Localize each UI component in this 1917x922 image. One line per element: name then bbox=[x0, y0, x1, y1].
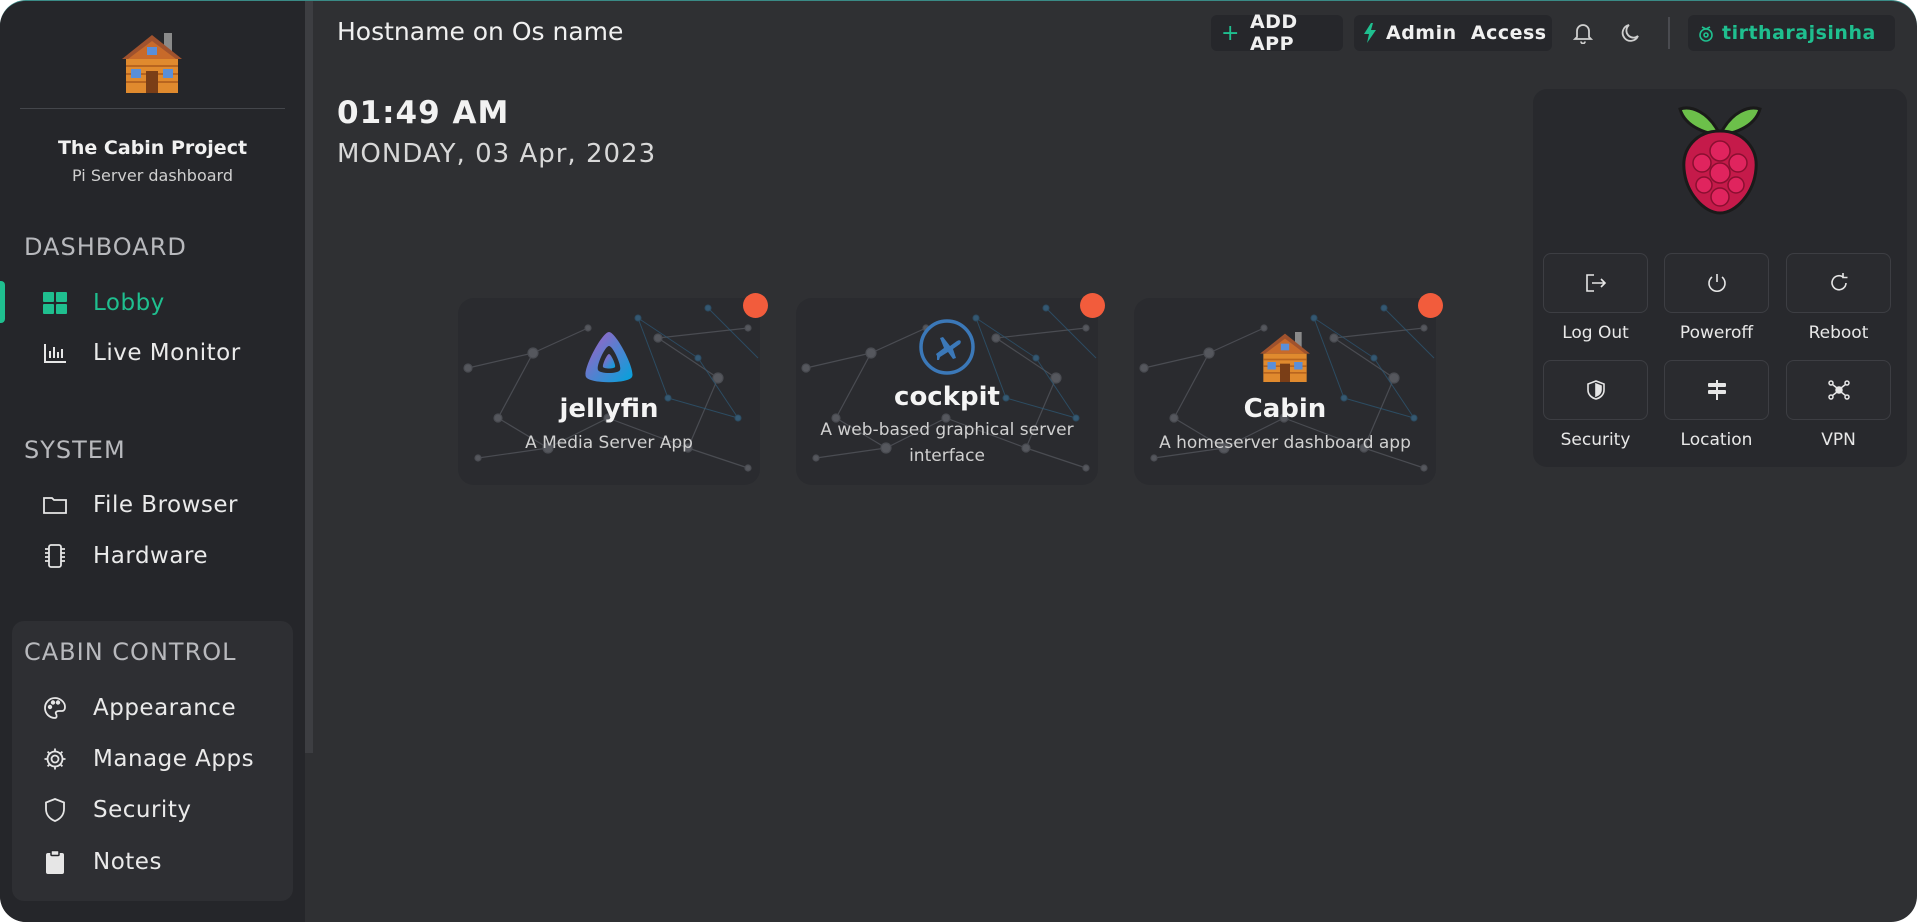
logout-icon bbox=[1585, 274, 1606, 292]
brand-title: The Cabin Project bbox=[57, 137, 248, 159]
logout-label: Log Out bbox=[1562, 323, 1629, 343]
sidebar-item-label: Hardware bbox=[93, 543, 209, 569]
add-app-button[interactable]: + ADD APP bbox=[1211, 11, 1343, 55]
raspberry-pi-logo-icon bbox=[1678, 106, 1762, 215]
brand-divider bbox=[20, 108, 285, 109]
power-panel: Log Out Poweroff Reboot Security Locatio… bbox=[1533, 89, 1907, 467]
signpost-icon bbox=[1707, 380, 1726, 400]
plus-icon: + bbox=[1221, 20, 1240, 46]
location-button[interactable] bbox=[1664, 360, 1769, 420]
app-name: Cabin bbox=[1243, 394, 1327, 424]
location-label: Location bbox=[1680, 430, 1753, 450]
section-title-system: SYSTEM bbox=[24, 436, 126, 464]
app-window: The Cabin Project Pi Server dashboard DA… bbox=[0, 0, 1917, 922]
logout-button[interactable] bbox=[1543, 253, 1648, 313]
poweroff-button[interactable] bbox=[1664, 253, 1769, 313]
sidebar-item-label: Notes bbox=[93, 849, 162, 875]
sidebar-item-label: Manage Apps bbox=[93, 746, 255, 772]
gear-icon bbox=[40, 744, 70, 774]
sidebar-item-manage-apps[interactable]: Manage Apps bbox=[0, 737, 295, 781]
power-icon bbox=[1707, 274, 1726, 292]
reboot-label: Reboot bbox=[1808, 323, 1869, 343]
sidebar-item-appearance[interactable]: Appearance bbox=[0, 686, 295, 730]
clock-time: 01:49 AM bbox=[337, 95, 510, 131]
vpn-label: VPN bbox=[1821, 430, 1856, 450]
sidebar-item-label: Live Monitor bbox=[93, 340, 241, 366]
status-dot bbox=[743, 293, 768, 318]
sidebar-item-notes[interactable]: Notes bbox=[0, 840, 295, 884]
shield-icon bbox=[40, 795, 70, 825]
raspberry-icon bbox=[1698, 24, 1714, 42]
sidebar: The Cabin Project Pi Server dashboard DA… bbox=[0, 1, 305, 922]
sidebar-item-label: Lobby bbox=[93, 290, 165, 316]
app-description: A web-based graphical server interface bbox=[820, 420, 1074, 466]
moon-icon[interactable] bbox=[1617, 19, 1645, 47]
sidebar-item-hardware[interactable]: Hardware bbox=[0, 534, 295, 578]
security-label: Security bbox=[1560, 430, 1631, 450]
vpn-button[interactable] bbox=[1786, 360, 1891, 420]
admin-access-button[interactable]: Admin Access bbox=[1354, 15, 1552, 51]
shield-icon bbox=[1586, 380, 1605, 400]
status-dot bbox=[1418, 293, 1443, 318]
cabin-logo-icon bbox=[1134, 328, 1436, 386]
section-title-cabin-control: CABIN CONTROL bbox=[24, 638, 237, 666]
clock-date: MONDAY, 03 Apr, 2023 bbox=[337, 139, 657, 169]
cockpit-logo-icon bbox=[796, 318, 1098, 376]
clipboard-icon bbox=[40, 847, 70, 877]
app-description: A homeserver dashboard app bbox=[1159, 433, 1411, 453]
network-icon bbox=[1827, 380, 1850, 400]
hostname-title: Hostname on Os name bbox=[337, 17, 624, 46]
admin-access-label: Admin Access bbox=[1386, 22, 1547, 44]
sidebar-item-lobby[interactable]: Lobby bbox=[0, 281, 295, 325]
sidebar-item-label: Security bbox=[93, 797, 192, 823]
bar-chart-icon bbox=[40, 338, 70, 368]
app-card-cabin[interactable]: Cabin A homeserver dashboard app bbox=[1134, 298, 1436, 485]
app-description: A Media Server App bbox=[525, 433, 693, 453]
status-dot bbox=[1080, 293, 1105, 318]
topbar-divider bbox=[1668, 17, 1670, 49]
username-label: tirtharajsinha bbox=[1722, 22, 1876, 44]
reboot-button[interactable] bbox=[1786, 253, 1891, 313]
network-pattern-icon bbox=[463, 304, 759, 472]
sidebar-item-label: File Browser bbox=[93, 492, 238, 518]
user-profile-button[interactable]: tirtharajsinha bbox=[1688, 15, 1895, 51]
lightning-icon bbox=[1364, 23, 1376, 43]
sidebar-item-file-browser[interactable]: File Browser bbox=[0, 483, 295, 527]
sidebar-scrollbar[interactable] bbox=[305, 1, 313, 753]
folder-icon bbox=[40, 490, 70, 520]
jellyfin-logo-icon bbox=[458, 330, 760, 386]
poweroff-label: Poweroff bbox=[1679, 323, 1754, 343]
add-app-label: ADD APP bbox=[1249, 11, 1298, 55]
cabin-logo-icon bbox=[122, 33, 182, 93]
app-name: cockpit bbox=[894, 382, 1000, 412]
sidebar-item-label: Appearance bbox=[93, 695, 237, 721]
security-button[interactable] bbox=[1543, 360, 1648, 420]
app-card-jellyfin[interactable]: jellyfin A Media Server App bbox=[458, 298, 760, 485]
sidebar-item-security[interactable]: Security bbox=[0, 788, 295, 832]
section-title-dashboard: DASHBOARD bbox=[24, 233, 187, 261]
brand-subtitle: Pi Server dashboard bbox=[71, 166, 234, 185]
app-name: jellyfin bbox=[559, 394, 659, 424]
palette-icon bbox=[40, 693, 70, 723]
bell-icon[interactable] bbox=[1569, 19, 1597, 47]
app-card-cockpit[interactable]: cockpit A web-based graphical server int… bbox=[796, 298, 1098, 485]
refresh-icon bbox=[1830, 273, 1847, 291]
network-pattern-icon bbox=[1139, 304, 1435, 472]
grid-icon bbox=[40, 288, 70, 318]
chip-icon bbox=[40, 541, 70, 571]
sidebar-item-live-monitor[interactable]: Live Monitor bbox=[0, 331, 295, 375]
